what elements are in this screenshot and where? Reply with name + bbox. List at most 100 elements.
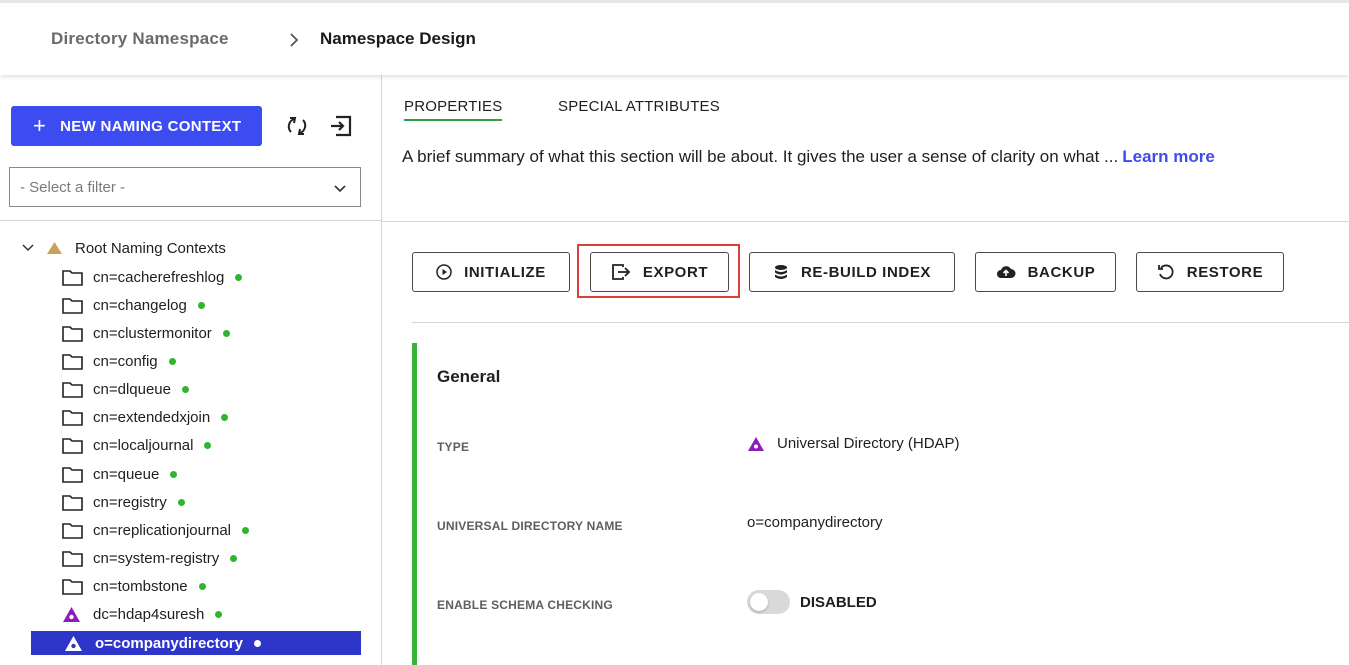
status-dot — [204, 441, 212, 449]
chevron-down-icon[interactable] — [22, 243, 38, 253]
backup-button[interactable]: BACKUP — [975, 252, 1116, 292]
left-panel: + NEW NAMING CONTEXT - Select a filter -… — [0, 75, 382, 665]
folder-icon — [62, 325, 84, 342]
cloud-upload-icon — [996, 264, 1016, 280]
tree-item[interactable]: cn=extendedxjoin — [62, 405, 229, 429]
tree-item-label: cn=cacherefreshlog — [93, 268, 225, 286]
tree-item-label: cn=extendedxjoin — [93, 408, 211, 426]
learn-more-link[interactable]: Learn more — [1122, 147, 1215, 166]
new-naming-context-button[interactable]: + NEW NAMING CONTEXT — [11, 106, 262, 146]
refresh-icon[interactable] — [284, 113, 310, 139]
tree-item[interactable]: cn=clustermonitor — [62, 321, 230, 345]
folder-icon — [62, 381, 84, 398]
tab-special-attributes[interactable]: SPECIAL ATTRIBUTES — [558, 98, 720, 115]
export-button[interactable]: EXPORT — [590, 252, 729, 292]
status-dot — [197, 301, 205, 309]
restore-button[interactable]: RESTORE — [1136, 252, 1284, 292]
tree-item-label: cn=config — [93, 352, 158, 370]
status-dot — [253, 639, 261, 647]
initialize-label: INITIALIZE — [464, 263, 546, 281]
directory-name-label: UNIVERSAL DIRECTORY NAME — [437, 519, 623, 533]
schema-checking-field: DISABLED — [747, 590, 877, 614]
section-title: General — [437, 367, 501, 386]
tree-item-label: dc=hdap4suresh — [93, 605, 205, 623]
tree-item[interactable]: cn=registry — [62, 490, 185, 514]
directory-name-value: o=companydirectory — [747, 514, 883, 531]
schema-checking-label: ENABLE SCHEMA CHECKING — [437, 598, 613, 612]
tree-item-label: cn=dlqueue — [93, 380, 171, 398]
database-icon — [773, 264, 789, 280]
new-naming-context-label: NEW NAMING CONTEXT — [60, 117, 242, 135]
summary-text: A brief summary of what this section wil… — [402, 147, 1119, 166]
status-dot — [215, 610, 223, 618]
tree-item-selected[interactable]: o=companydirectory — [31, 631, 361, 655]
play-circle-icon — [436, 264, 452, 280]
folder-icon — [62, 409, 84, 426]
section-summary: A brief summary of what this section wil… — [402, 147, 1215, 167]
tree-item[interactable]: cn=cacherefreshlog — [62, 265, 243, 289]
folder-icon — [62, 578, 84, 595]
divider — [0, 220, 381, 221]
tree-item[interactable]: cn=dlqueue — [62, 377, 189, 401]
tree-item[interactable]: cn=config — [62, 349, 176, 373]
breadcrumb-directory-namespace[interactable]: Directory Namespace — [51, 29, 229, 49]
tree-item-label: cn=queue — [93, 465, 160, 483]
status-dot — [230, 554, 238, 562]
section-accent-bar — [412, 343, 417, 665]
status-dot — [177, 498, 185, 506]
folder-icon — [62, 466, 84, 483]
type-label: TYPE — [437, 440, 470, 454]
status-dot — [235, 273, 243, 281]
tree-root[interactable]: Root Naming Contexts — [22, 236, 226, 260]
root-context-icon — [46, 241, 63, 255]
status-dot — [170, 470, 178, 478]
folder-icon — [62, 550, 84, 567]
tree-item-label: cn=registry — [93, 493, 167, 511]
folder-icon — [62, 522, 84, 539]
tree-item-label: cn=changelog — [93, 296, 187, 314]
export-icon — [611, 263, 631, 281]
folder-icon — [62, 494, 84, 511]
toggle-knob — [750, 593, 768, 611]
tree-item-label: cn=tombstone — [93, 577, 188, 595]
status-dot — [182, 385, 189, 393]
tab-properties[interactable]: PROPERTIES — [404, 98, 503, 121]
folder-icon — [62, 437, 84, 454]
breadcrumb-current: Namespace Design — [320, 29, 476, 48]
tree-item-label: o=companydirectory — [95, 634, 243, 652]
divider — [412, 322, 1349, 323]
type-value-text: Universal Directory (HDAP) — [777, 435, 960, 452]
export-label: EXPORT — [642, 263, 709, 281]
schema-checking-toggle[interactable] — [747, 590, 790, 614]
backup-label: BACKUP — [1027, 263, 1096, 281]
tree-item[interactable]: cn=system-registry — [62, 546, 238, 570]
tree-item[interactable]: dc=hdap4suresh — [62, 602, 223, 626]
import-icon[interactable] — [328, 113, 354, 139]
tree-item[interactable]: cn=changelog — [62, 293, 205, 317]
tree-item-label: cn=system-registry — [93, 549, 220, 567]
tree-item[interactable]: cn=replicationjournal — [62, 518, 250, 542]
status-dot — [222, 329, 230, 337]
type-value: Universal Directory (HDAP) — [747, 435, 960, 452]
status-dot — [168, 357, 176, 365]
restore-icon — [1157, 263, 1175, 281]
tree-item-label: cn=replicationjournal — [93, 521, 232, 539]
tree-item[interactable]: cn=tombstone — [62, 574, 206, 598]
tree-item[interactable]: cn=queue — [62, 462, 178, 486]
rebuild-index-button[interactable]: RE-BUILD INDEX — [749, 252, 955, 292]
schema-checking-status: DISABLED — [800, 593, 877, 611]
triangle-icon — [64, 635, 86, 652]
tree-item-label: cn=clustermonitor — [93, 324, 212, 342]
rebuild-index-label: RE-BUILD INDEX — [800, 263, 932, 281]
tree-root-label: Root Naming Contexts — [75, 239, 226, 257]
filter-placeholder: - Select a filter - — [20, 178, 126, 196]
tree-item-label: cn=localjournal — [93, 436, 194, 454]
folder-icon — [62, 353, 84, 370]
status-dot — [221, 413, 229, 421]
page-header: Directory Namespace Namespace Design — [0, 0, 1349, 75]
initialize-button[interactable]: INITIALIZE — [412, 252, 570, 292]
filter-select[interactable]: - Select a filter - — [9, 167, 361, 207]
status-dot — [242, 526, 250, 534]
triangle-icon — [62, 606, 84, 623]
tree-item[interactable]: cn=localjournal — [62, 433, 212, 457]
